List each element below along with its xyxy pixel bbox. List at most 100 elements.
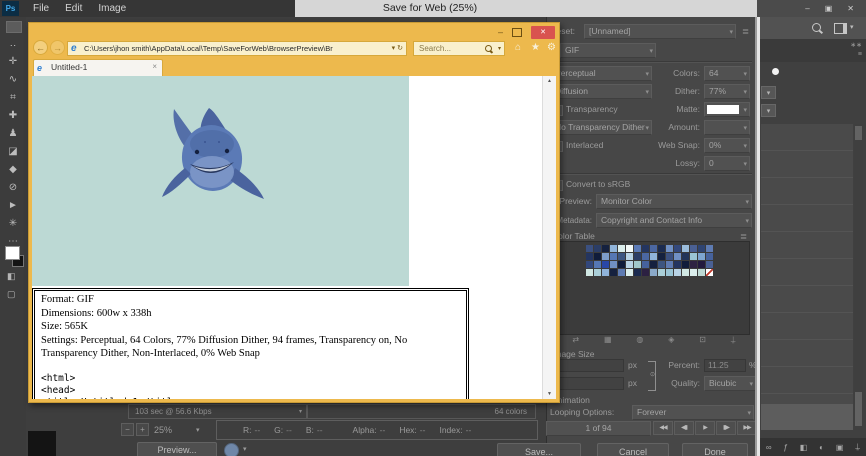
layer-mask-icon[interactable]: ◧ [800, 443, 808, 452]
color-swatch[interactable] [634, 253, 641, 260]
color-swatch[interactable] [666, 253, 673, 260]
matte-dropdown[interactable]: ▾ [704, 102, 750, 117]
color-swatch[interactable] [658, 253, 665, 260]
tab-untitled-1[interactable]: e Untitled-1 × [33, 59, 163, 76]
color-swatch[interactable] [618, 261, 625, 268]
color-swatch[interactable] [594, 253, 601, 260]
color-swatch[interactable] [594, 261, 601, 268]
menu-file[interactable]: File [33, 3, 49, 14]
preset-menu-icon[interactable]: ≣ [742, 24, 749, 39]
color-swatch[interactable] [698, 245, 705, 252]
scroll-down-icon[interactable]: ▼ [543, 391, 556, 397]
previous-frame-button[interactable]: ◀▮ [674, 421, 694, 435]
address-bar[interactable]: e C:\Users\jhon smith\AppData\Local\Temp… [67, 41, 407, 56]
colors-dropdown[interactable]: 64 ▾ [704, 66, 750, 81]
search-icon[interactable] [812, 23, 821, 32]
forward-icon[interactable]: → [50, 40, 65, 55]
color-swatch[interactable] [682, 261, 689, 268]
looping-dropdown[interactable]: Forever ▾ [632, 405, 754, 420]
format-dropdown[interactable]: GIF ▾ [560, 43, 656, 58]
first-frame-button[interactable]: ◀◀ [653, 421, 673, 435]
direct-selection-tool-icon[interactable]: ► [0, 197, 26, 215]
annotation-menu-icon[interactable]: ▾ [299, 406, 302, 419]
chevron-down-icon[interactable]: ▾ [850, 23, 854, 31]
save-button[interactable]: Save... [497, 443, 581, 456]
percent-field[interactable]: 11.25 [704, 359, 746, 372]
web-palette-icon[interactable]: ◍ [636, 335, 643, 345]
color-swatch[interactable] [706, 245, 713, 252]
browser-scrollbar[interactable]: ▲ ▼ [542, 76, 556, 399]
color-swatch[interactable] [610, 245, 617, 252]
lock-color-icon[interactable]: ◈ [668, 335, 674, 345]
dither-amount-dropdown[interactable]: 77% ▾ [704, 84, 750, 99]
new-color-icon[interactable]: ⊡ [699, 335, 706, 345]
color-swatch[interactable] [594, 245, 601, 252]
scroll-up-icon[interactable]: ▲ [543, 78, 556, 84]
transparency-dither-dropdown[interactable]: No Transparency Dither ▾ [550, 120, 652, 135]
color-swatch[interactable] [610, 269, 617, 276]
color-swatch[interactable] [642, 261, 649, 268]
color-swatch[interactable] [706, 253, 713, 260]
lossy-dropdown[interactable]: 0 ▾ [704, 156, 750, 171]
color-swatch[interactable] [586, 253, 593, 260]
color-reduction-dropdown[interactable]: Perceptual ▾ [550, 66, 652, 81]
color-swatch[interactable] [586, 261, 593, 268]
close-icon[interactable]: ✕ [847, 4, 854, 13]
search-icon[interactable] [485, 45, 492, 52]
refresh-icon[interactable]: ↻ [397, 45, 403, 52]
panel-menu-icon[interactable]: ≡ [858, 51, 862, 58]
delete-layer-icon[interactable]: ⍊ [855, 442, 860, 452]
color-swatch[interactable] [650, 261, 657, 268]
color-swatch[interactable] [594, 269, 601, 276]
color-swatch[interactable] [650, 245, 657, 252]
crop-tool-icon[interactable]: ⌗ [0, 89, 26, 107]
color-swatch[interactable] [650, 269, 657, 276]
new-layer-icon[interactable]: ▣ [836, 443, 844, 452]
search-dropdown-icon[interactable]: ▾ [498, 42, 501, 56]
color-swatch[interactable] [602, 261, 609, 268]
menu-edit[interactable]: Edit [65, 3, 82, 14]
color-swatch[interactable] [690, 245, 697, 252]
link-layers-icon[interactable]: ∞ [766, 443, 772, 452]
shift-web-palette-icon[interactable]: ▦ [604, 335, 612, 345]
color-swatch[interactable] [610, 253, 617, 260]
color-swatch[interactable] [586, 269, 593, 276]
color-swatch[interactable] [698, 261, 705, 268]
home-icon[interactable]: ⌂ [515, 42, 521, 53]
browser-titlebar[interactable]: – ✕ [29, 23, 559, 39]
last-frame-button[interactable]: ▶▶ [737, 421, 757, 435]
quality-dropdown[interactable]: Bicubic ▾ [704, 376, 756, 391]
hand-tool-icon[interactable]: ✳ [0, 215, 26, 233]
sort-colors-icon[interactable]: ⇄ [572, 335, 579, 345]
color-swatch[interactable] [666, 269, 673, 276]
color-swatch[interactable] [658, 261, 665, 268]
color-swatch[interactable] [682, 245, 689, 252]
color-swatch[interactable] [706, 261, 713, 268]
layer-effects-icon[interactable]: ƒ [783, 443, 787, 452]
amount-dropdown[interactable]: ▾ [704, 120, 750, 135]
preview-dropdown[interactable]: Monitor Color ▾ [596, 194, 752, 209]
color-swatch[interactable] [674, 245, 681, 252]
color-swatch[interactable] [634, 269, 641, 276]
next-frame-button[interactable]: ▮▶ [716, 421, 736, 435]
color-swatch[interactable] [674, 269, 681, 276]
zoom-in-button[interactable]: + [136, 423, 149, 436]
browser-select-icon[interactable] [224, 443, 239, 456]
done-button[interactable]: Done [682, 443, 748, 456]
color-swatch[interactable] [618, 269, 625, 276]
color-swatch[interactable] [682, 253, 689, 260]
color-swatch[interactable] [642, 269, 649, 276]
zoom-chevron-icon[interactable]: ▾ [196, 423, 200, 438]
color-swatch[interactable] [634, 245, 641, 252]
color-swatch[interactable] [698, 269, 705, 276]
color-swatch[interactable] [626, 253, 633, 260]
color-swatch[interactable] [626, 261, 633, 268]
color-swatch[interactable] [674, 261, 681, 268]
collapsed-panel-chevron[interactable]: ▾ [761, 104, 776, 117]
preset-dropdown[interactable]: [Unnamed] ▾ [584, 24, 736, 39]
color-swatch[interactable] [602, 245, 609, 252]
restore-icon[interactable]: ▣ [825, 4, 833, 13]
websnap-dropdown[interactable]: 0% ▾ [704, 138, 750, 153]
color-swatch[interactable] [682, 269, 689, 276]
clone-stamp-tool-icon[interactable]: ♟ [0, 125, 26, 143]
